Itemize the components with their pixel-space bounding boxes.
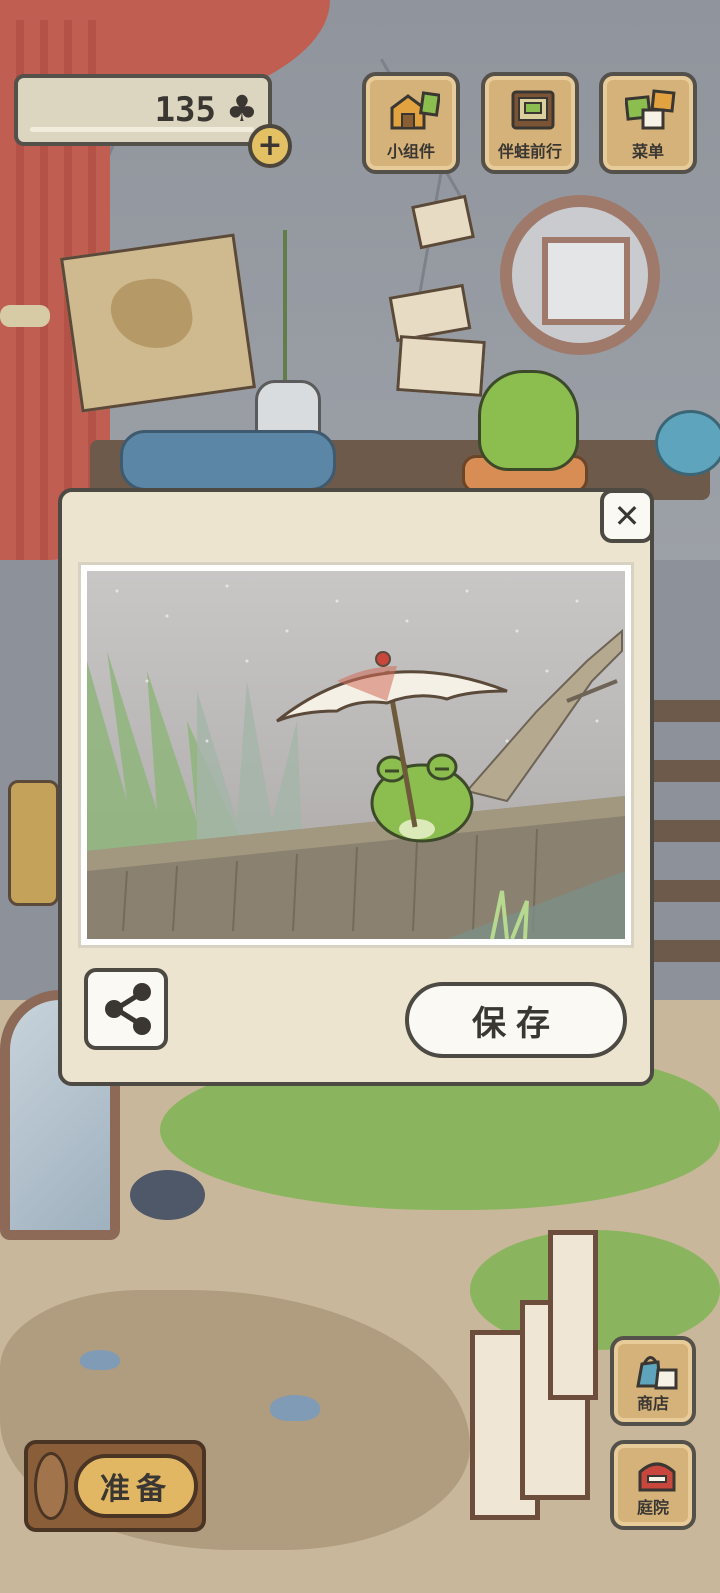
garden-button[interactable]: 庭院 [610, 1440, 696, 1530]
travel-album-label: 伴蛙前行 [497, 142, 562, 161]
clover-counter: 135 ♣ [14, 74, 272, 146]
travel-album-button[interactable]: 伴蛙前行 [481, 72, 579, 174]
frog-character [478, 370, 579, 471]
garden-label: 庭院 [636, 1498, 669, 1517]
travel-photo[interactable] [87, 571, 625, 939]
blue-bowl [655, 410, 720, 476]
curtain-tieback [0, 305, 50, 327]
log-end-icon [34, 1452, 68, 1520]
pebble [270, 1395, 320, 1421]
save-button[interactable]: 保存 [405, 982, 627, 1058]
add-clover-button[interactable]: + [248, 124, 292, 168]
loft-ladder [650, 700, 720, 1020]
clover-icon: ♣ [225, 89, 258, 130]
shop-button[interactable]: 商店 [610, 1336, 696, 1426]
plant-stem [283, 230, 287, 385]
mailbox-icon [638, 1462, 676, 1492]
clover-count: 135 [154, 90, 216, 130]
shop-label: 商店 [636, 1394, 669, 1413]
share-icon [105, 983, 151, 1035]
photo-illustration [87, 584, 625, 939]
blue-cushion [120, 430, 336, 491]
share-button[interactable] [84, 968, 168, 1050]
folding-screen-panel [548, 1230, 598, 1400]
brass-lantern [8, 780, 59, 906]
map-scroll [60, 233, 256, 413]
close-button[interactable]: ✕ [600, 489, 654, 543]
menu-icon [625, 89, 676, 130]
prepare-label: 准备 [74, 1454, 198, 1518]
widget-label: 小组件 [386, 142, 435, 161]
menu-button[interactable]: 菜单 [599, 72, 697, 174]
prepare-button[interactable]: 准备 [24, 1440, 206, 1532]
shop-bag-icon [636, 1356, 678, 1390]
widget-icon [390, 91, 440, 130]
round-lattice-window [500, 195, 660, 355]
menu-label: 菜单 [631, 142, 664, 161]
pinned-note [396, 335, 486, 397]
widget-button[interactable]: 小组件 [362, 72, 460, 174]
album-icon [511, 90, 555, 130]
counter-highlight [30, 127, 254, 132]
pebble [80, 1350, 120, 1370]
plate-stand [130, 1170, 205, 1220]
